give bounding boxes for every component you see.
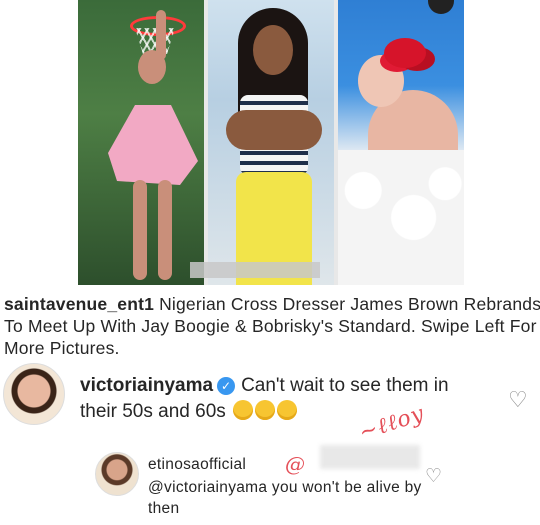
laughing-emoji-icon	[277, 400, 298, 420]
laughing-emoji-icon	[255, 400, 276, 420]
verified-badge-icon: ✓	[217, 376, 236, 395]
figure-dress	[108, 105, 198, 185]
avatar[interactable]	[95, 452, 139, 496]
comment-username[interactable]: etinosaofficial	[148, 456, 246, 474]
like-heart-icon[interactable]: ♡	[425, 466, 442, 488]
post-image-collage[interactable]	[78, 0, 464, 285]
post-image-3[interactable]	[338, 0, 464, 285]
comment-2: @victoriainyama you won't be alive by th…	[148, 477, 428, 519]
laughing-emoji-icon	[233, 400, 254, 420]
avatar[interactable]	[3, 363, 65, 425]
red-flower	[384, 38, 426, 68]
figure-crossed-arms	[226, 110, 322, 150]
post-image-2[interactable]	[208, 0, 334, 285]
image-corner-dot	[428, 0, 454, 14]
post-image-1[interactable]	[78, 0, 204, 285]
censor-blur	[190, 262, 320, 278]
like-heart-icon[interactable]: ♡	[508, 389, 528, 411]
caption-username[interactable]: saintavenue_ent1	[4, 294, 154, 314]
post-caption: saintavenue_ent1 Nigerian Cross Dresser J…	[0, 293, 540, 359]
figure-arm	[156, 10, 166, 60]
bubble-bath	[338, 150, 464, 285]
censor-blur	[320, 445, 420, 469]
comment-username[interactable]: victoriainyama	[80, 375, 213, 396]
red-scribble-watermark: @	[285, 452, 305, 476]
figure-leg	[133, 180, 147, 280]
figure-face	[253, 25, 293, 75]
figure-leg	[158, 180, 172, 280]
comment-mention[interactable]: @victoriainyama	[148, 479, 267, 496]
